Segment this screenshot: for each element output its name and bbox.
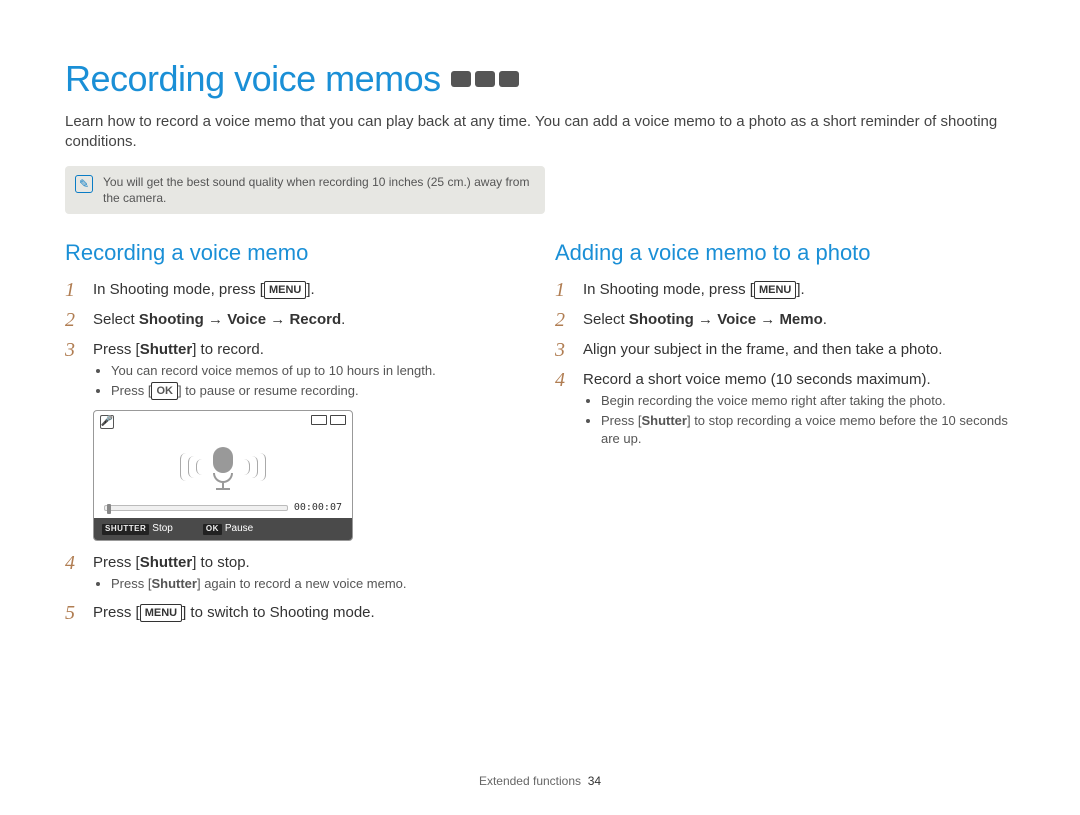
right-column: Adding a voice memo to a photo 1 In Shoo… bbox=[555, 238, 1015, 630]
screen-topbar: 🎤 bbox=[94, 411, 352, 433]
step-2: 2 Select Shooting → Voice → Record. bbox=[65, 308, 525, 332]
step-body: Align your subject in the frame, and the… bbox=[583, 338, 1015, 360]
mode-icon bbox=[475, 71, 495, 87]
step-number: 1 bbox=[555, 278, 573, 302]
note-icon: ✎ bbox=[75, 175, 93, 193]
step-5: 5 Press [MENU] to switch to Shooting mod… bbox=[65, 601, 525, 625]
sub-bullets: Begin recording the voice memo right aft… bbox=[583, 392, 1015, 447]
menu-key-icon: MENU bbox=[754, 281, 796, 299]
step-body: In Shooting mode, press [MENU]. bbox=[93, 278, 525, 300]
step-body: In Shooting mode, press [MENU]. bbox=[583, 278, 1015, 300]
screen-bottombar: SHUTTERStop OKPause bbox=[94, 518, 352, 540]
step-number: 4 bbox=[555, 368, 573, 392]
battery-icon bbox=[330, 415, 346, 425]
step-body: Select Shooting → Voice → Record. bbox=[93, 308, 525, 330]
step-2: 2 Select Shooting → Voice → Memo. bbox=[555, 308, 1015, 332]
sub-bullets: Press [Shutter] again to record a new vo… bbox=[93, 575, 525, 593]
page-footer: Extended functions 34 bbox=[0, 773, 1080, 789]
pause-control: OKPause bbox=[203, 522, 253, 536]
stop-control: SHUTTERStop bbox=[102, 522, 173, 536]
menu-key-icon: MENU bbox=[264, 281, 306, 299]
step-number: 1 bbox=[65, 278, 83, 302]
mode-icon bbox=[451, 71, 471, 87]
bullet: Press [OK] to pause or resume recording. bbox=[111, 382, 525, 400]
elapsed-time: 00:00:07 bbox=[294, 501, 342, 515]
progress-bar: 00:00:07 bbox=[104, 501, 342, 515]
step-number: 4 bbox=[65, 551, 83, 575]
bullet: You can record voice memos of up to 10 h… bbox=[111, 362, 525, 380]
left-column: Recording a voice memo 1 In Shooting mod… bbox=[65, 238, 525, 630]
sound-wave-right-icon bbox=[244, 453, 266, 481]
step-body: Select Shooting → Voice → Memo. bbox=[583, 308, 1015, 330]
step-4: 4 Press [Shutter] to stop. Press [Shutte… bbox=[65, 551, 525, 595]
step-number: 5 bbox=[65, 601, 83, 625]
step-3: 3 Press [Shutter] to record. You can rec… bbox=[65, 338, 525, 402]
step-3: 3 Align your subject in the frame, and t… bbox=[555, 338, 1015, 362]
bullet: Begin recording the voice memo right aft… bbox=[601, 392, 1015, 410]
menu-key-icon: MENU bbox=[140, 604, 182, 622]
ok-key-icon: OK bbox=[151, 382, 178, 400]
mode-icon bbox=[499, 71, 519, 87]
bullet: Press [Shutter] to stop recording a voic… bbox=[601, 412, 1015, 447]
microphone-icon bbox=[210, 447, 236, 487]
intro-text: Learn how to record a voice memo that yo… bbox=[65, 112, 1015, 153]
page-number: 34 bbox=[588, 774, 601, 788]
note-text: You will get the best sound quality when… bbox=[103, 174, 535, 206]
step-1: 1 In Shooting mode, press [MENU]. bbox=[65, 278, 525, 302]
step-4: 4 Record a short voice memo (10 seconds … bbox=[555, 368, 1015, 449]
sound-wave-left-icon bbox=[180, 453, 202, 481]
camera-screen-illustration: 🎤 bbox=[93, 410, 353, 541]
step-number: 3 bbox=[555, 338, 573, 362]
right-heading: Adding a voice memo to a photo bbox=[555, 238, 1015, 268]
title-text: Recording voice memos bbox=[65, 55, 441, 104]
note-box: ✎ You will get the best sound quality wh… bbox=[65, 166, 545, 214]
page-title: Recording voice memos bbox=[65, 55, 1015, 104]
sub-bullets: You can record voice memos of up to 10 h… bbox=[93, 362, 525, 400]
step-body: Press [Shutter] to record. You can recor… bbox=[93, 338, 525, 402]
battery-icons bbox=[311, 415, 346, 429]
step-number: 2 bbox=[65, 308, 83, 332]
step-body: Press [Shutter] to stop. Press [Shutter]… bbox=[93, 551, 525, 595]
step-number: 3 bbox=[65, 338, 83, 362]
footer-section: Extended functions bbox=[479, 774, 581, 788]
left-heading: Recording a voice memo bbox=[65, 238, 525, 268]
step-number: 2 bbox=[555, 308, 573, 332]
shutter-key-icon: SHUTTER bbox=[102, 524, 149, 535]
step-body: Record a short voice memo (10 seconds ma… bbox=[583, 368, 1015, 449]
step-body: Press [MENU] to switch to Shooting mode. bbox=[93, 601, 525, 623]
bullet: Press [Shutter] again to record a new vo… bbox=[111, 575, 525, 593]
step-1: 1 In Shooting mode, press [MENU]. bbox=[555, 278, 1015, 302]
screen-center bbox=[94, 433, 352, 501]
mode-icons-group bbox=[451, 71, 519, 87]
mic-mode-icon: 🎤 bbox=[100, 415, 114, 429]
ok-key-icon: OK bbox=[203, 524, 222, 535]
card-icon bbox=[311, 415, 327, 425]
